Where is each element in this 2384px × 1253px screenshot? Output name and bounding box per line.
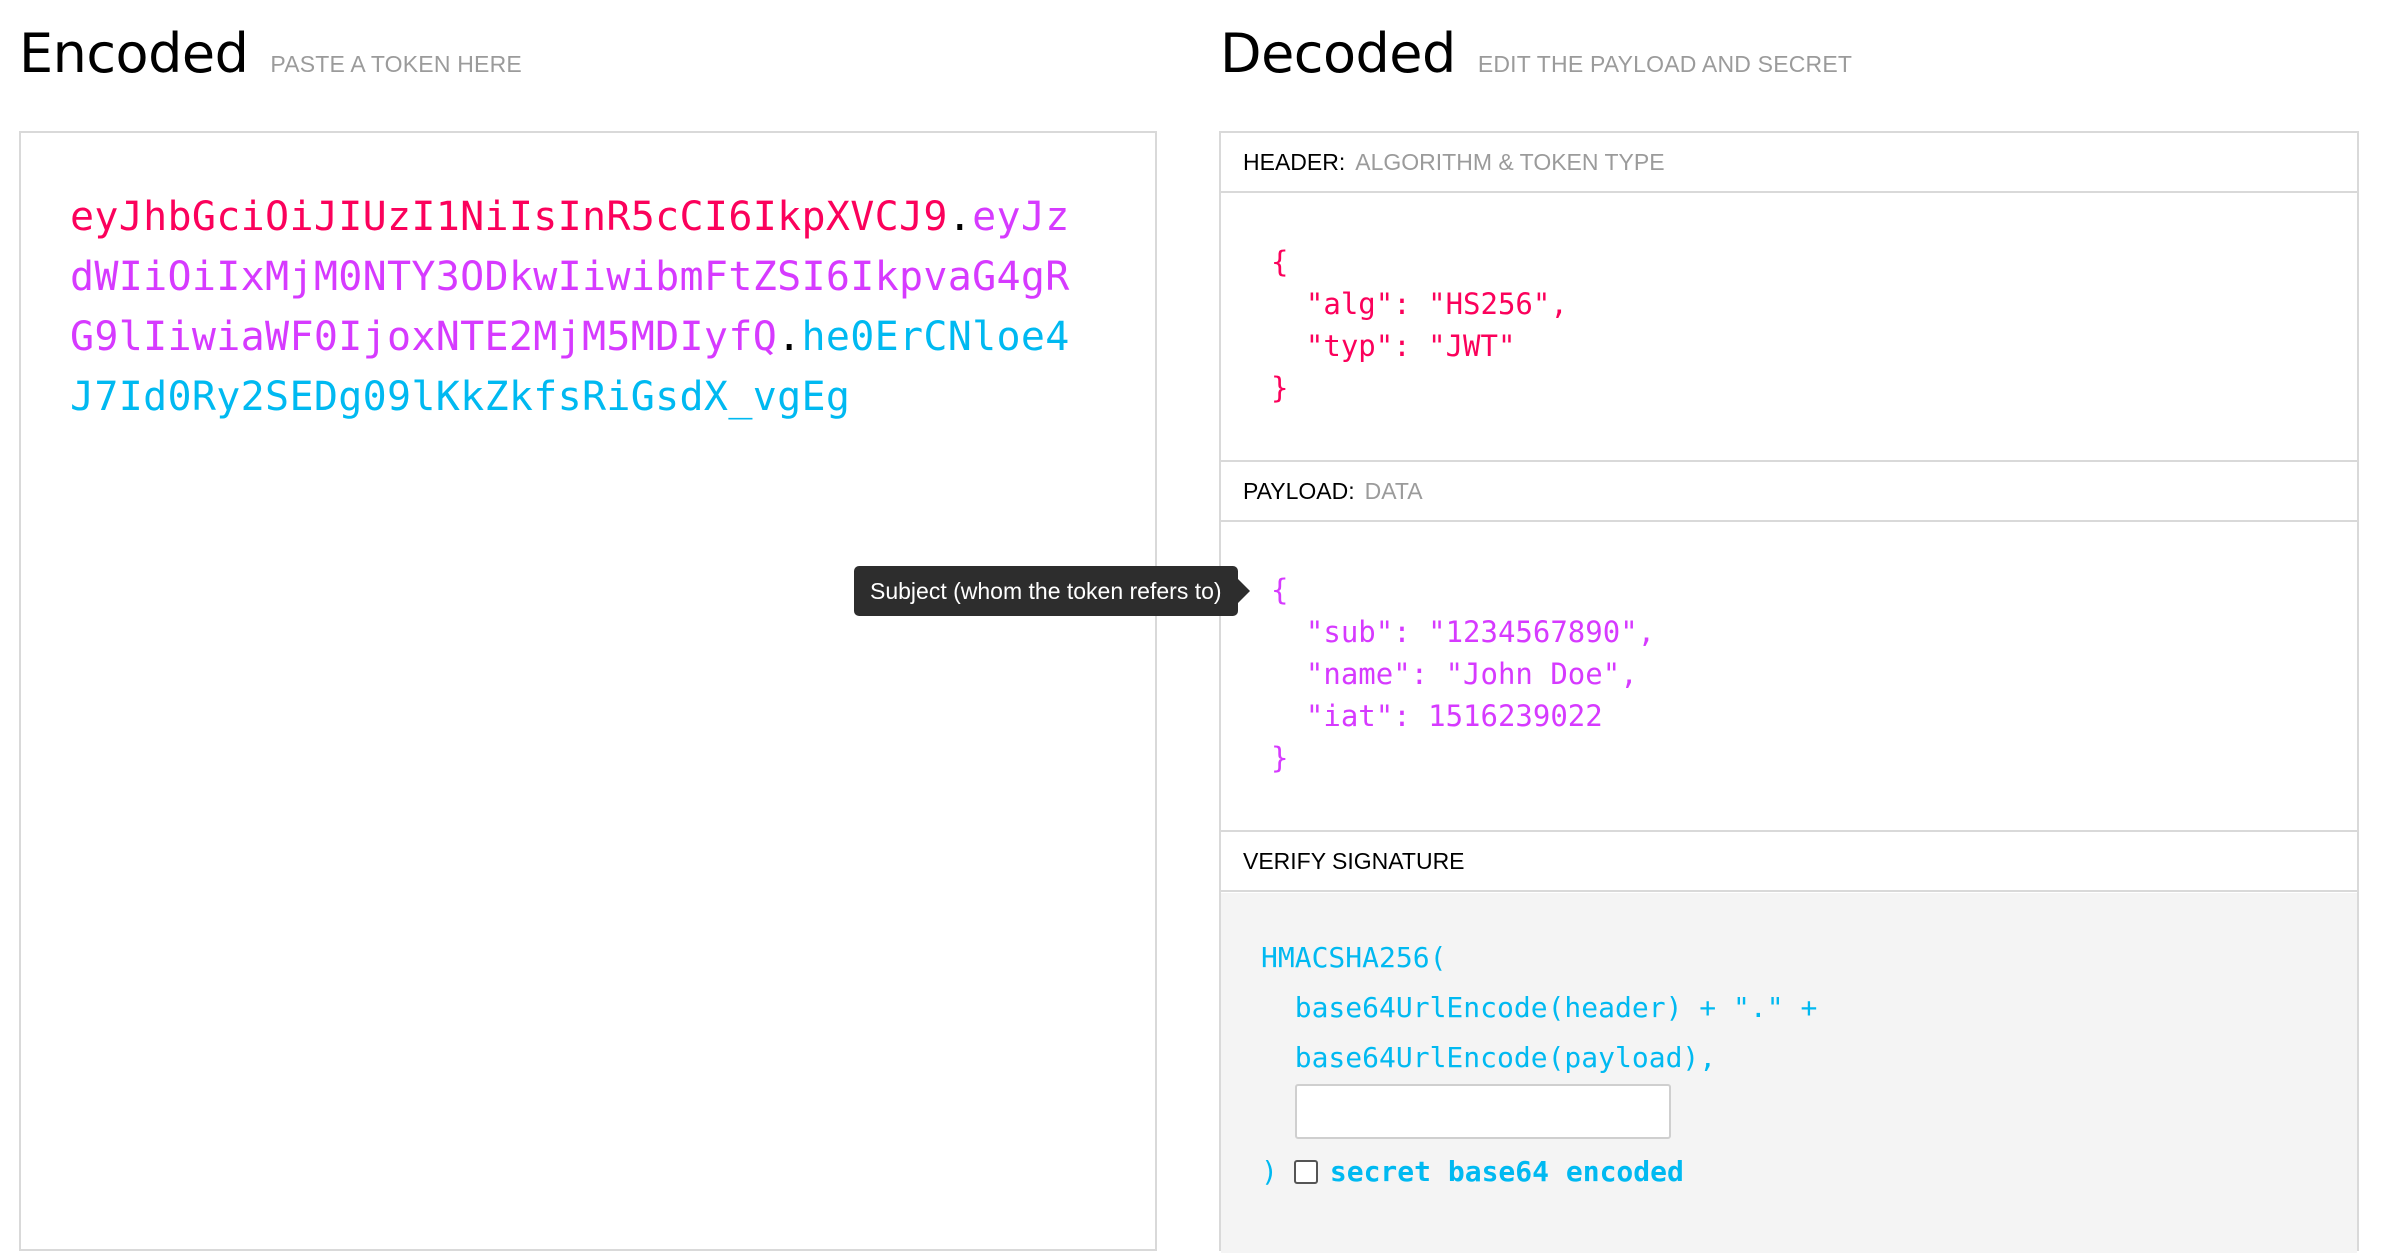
decoded-title: Decoded [1220, 22, 1456, 85]
token-dot-1: . [947, 194, 973, 240]
tooltip-text: Subject (whom the token refers to) [870, 577, 1222, 604]
verify-code-text: HMACSHA256( base64UrlEncode(header) + ".… [1261, 941, 1818, 1074]
header-panel-label: HEADER: [1243, 148, 1346, 175]
verify-close-row: ) secret base64 encoded [1261, 1155, 1684, 1188]
payload-panel-sub: DATA [1364, 477, 1423, 504]
encoded-token-text[interactable]: eyJhbGciOiJIUzI1NiIsInR5cCI6IkpXVCJ9.eyJ… [70, 187, 1090, 427]
token-header-part: eyJhbGciOiJIUzI1NiIsInR5cCI6IkpXVCJ9 [70, 194, 948, 240]
header-panel-sub: ALGORITHM & TOKEN TYPE [1355, 148, 1665, 175]
decoded-panel: HEADER: ALGORITHM & TOKEN TYPE { "alg": … [1219, 131, 2359, 1253]
verify-panel-title: VERIFY SIGNATURE [1221, 832, 2357, 892]
header-panel-title: HEADER: ALGORITHM & TOKEN TYPE [1221, 133, 2357, 193]
payload-panel-label: PAYLOAD: [1243, 477, 1355, 504]
verify-panel-label: VERIFY SIGNATURE [1243, 847, 1465, 874]
verify-signature-area: HMACSHA256( base64UrlEncode(header) + ".… [1221, 893, 2357, 1253]
encoded-hint: PASTE A TOKEN HERE [270, 51, 522, 77]
verify-close-paren: ) [1261, 1155, 1278, 1188]
payload-json-editor[interactable]: { "sub": "1234567890", "name": "John Doe… [1271, 569, 1655, 779]
secret-base64-label[interactable]: secret base64 encoded [1330, 1155, 1684, 1188]
header-json-editor[interactable]: { "alg": "HS256", "typ": "JWT" } [1271, 241, 1568, 409]
encoded-token-editor[interactable]: eyJhbGciOiJIUzI1NiIsInR5cCI6IkpXVCJ9.eyJ… [19, 131, 1157, 1251]
decoded-heading: Decoded EDIT THE PAYLOAD AND SECRET [1220, 22, 1852, 85]
token-dot-2: . [777, 314, 802, 360]
decoded-hint: EDIT THE PAYLOAD AND SECRET [1477, 51, 1853, 77]
secret-input[interactable] [1295, 1084, 1671, 1139]
encoded-title: Encoded [19, 22, 249, 85]
encoded-heading: Encoded PASTE A TOKEN HERE [19, 22, 522, 85]
sub-claim-tooltip: Subject (whom the token refers to) [854, 566, 1250, 616]
secret-base64-checkbox[interactable] [1293, 1159, 1318, 1184]
payload-panel-title: PAYLOAD: DATA [1221, 462, 2357, 522]
